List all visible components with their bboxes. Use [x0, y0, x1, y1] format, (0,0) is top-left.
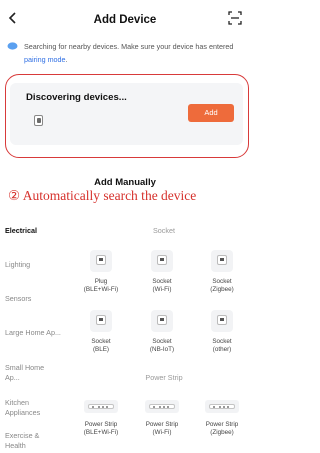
device-tile-socket-zigbee[interactable] — [211, 250, 233, 272]
search-notice: Searching for nearby devices. Make sure … — [24, 40, 240, 66]
category-exercise-health[interactable]: Exercise & Health — [5, 431, 49, 451]
socket-icon — [217, 315, 227, 325]
device-tile-socket-ble[interactable] — [90, 310, 112, 332]
device-tile-plug-ble-wifi[interactable] — [90, 250, 112, 272]
plug-icon — [96, 255, 106, 265]
device-tile-socket-other[interactable] — [211, 310, 233, 332]
device-tile-power-strip-wifi[interactable] — [145, 400, 179, 413]
bluetooth-signal-icon — [7, 42, 18, 50]
device-label: Plug (BLE+Wi-Fi) — [83, 278, 119, 293]
category-electrical[interactable]: Electrical — [5, 226, 37, 236]
device-tile-socket-wifi[interactable] — [151, 250, 173, 272]
page-title: Add Device — [93, 14, 157, 26]
socket-icon — [217, 255, 227, 265]
pairing-mode-link[interactable]: pairing mode — [24, 55, 66, 64]
category-sensors[interactable]: Sensors — [5, 294, 31, 304]
highlight-outline — [5, 74, 249, 158]
category-large-home-appliances[interactable]: Large Home Ap... — [5, 328, 63, 338]
notice-text: Searching for nearby devices. Make sure … — [24, 42, 234, 51]
scan-icon[interactable] — [228, 11, 242, 25]
category-lighting[interactable]: Lighting — [5, 260, 30, 270]
annotation-caption: ② Automatically search the device — [8, 188, 197, 203]
device-label: Socket (BLE) — [91, 338, 111, 353]
device-tile-power-strip-zigbee[interactable] — [205, 400, 239, 413]
power-strip-icon — [88, 404, 114, 409]
add-manually-title: Add Manually — [94, 177, 156, 188]
power-strip-icon — [149, 404, 175, 409]
category-kitchen-appliances[interactable]: Kitchen Appliances — [5, 398, 57, 418]
socket-icon — [157, 255, 167, 265]
category-small-home-appliances[interactable]: Small Home Ap... — [5, 363, 55, 383]
device-label: Socket (Zigbee) — [210, 278, 234, 293]
device-label: Power Strip (BLE+Wi-Fi) — [83, 421, 119, 436]
group-label-power-strip: Power Strip — [145, 373, 183, 382]
device-label: Power Strip (Zigbee) — [205, 421, 239, 436]
socket-icon — [96, 315, 106, 325]
socket-icon — [157, 315, 167, 325]
device-tile-socket-nb-iot[interactable] — [151, 310, 173, 332]
device-label: Socket (other) — [212, 338, 232, 353]
power-strip-icon — [209, 404, 235, 409]
group-label-socket: Socket — [153, 226, 175, 235]
device-tile-power-strip-ble-wifi[interactable] — [84, 400, 118, 413]
notice-suffix: . — [65, 55, 68, 64]
